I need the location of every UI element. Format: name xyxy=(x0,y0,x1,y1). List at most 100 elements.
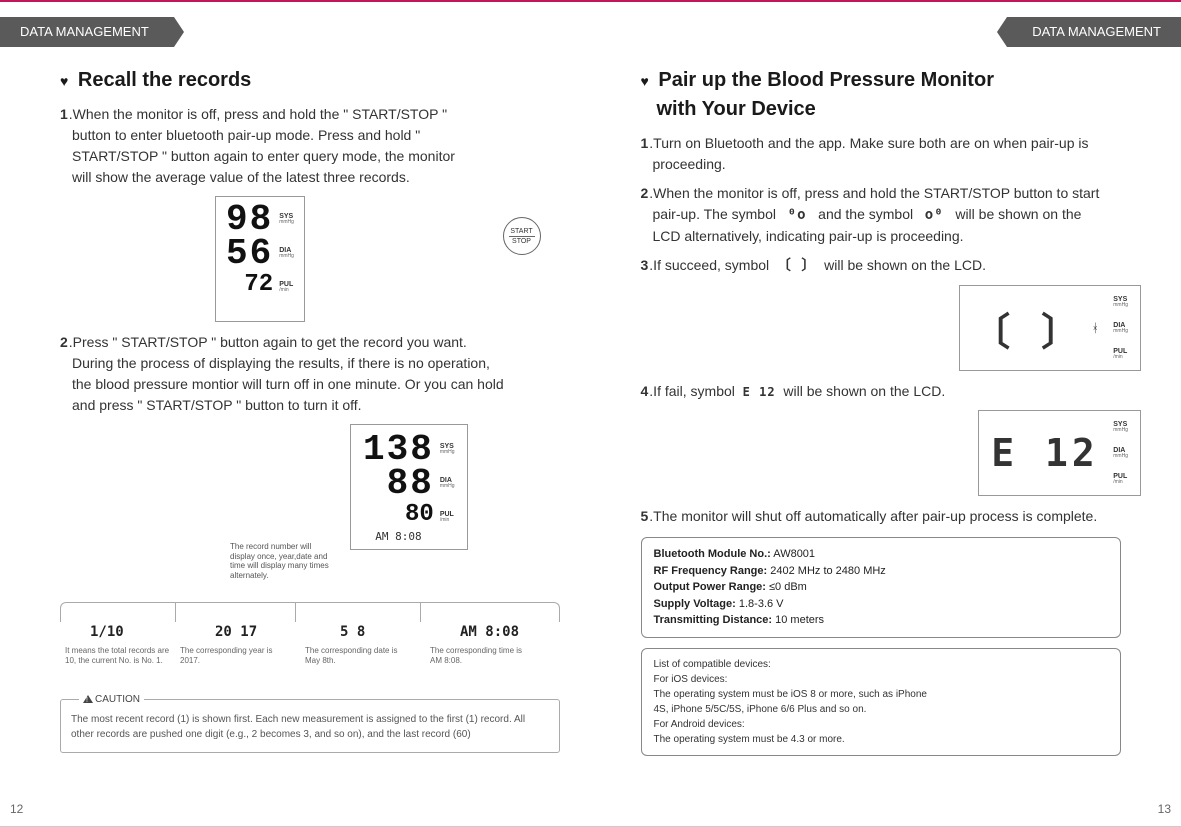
section-title-pair-b: with Your Device xyxy=(657,98,1152,121)
text: LCD alternatively, indicating pair-up is… xyxy=(641,226,1152,247)
warning-icon xyxy=(83,695,93,703)
symbol-b-icon: o⁰ xyxy=(925,207,944,223)
left-para-2: 2.Press " START/STOP " button again to g… xyxy=(60,332,571,416)
unit: /min xyxy=(440,518,455,523)
compat-line: For iOS devices: xyxy=(654,672,1109,687)
lcd-labels: SYSmmHg DIAmmHg PUL/min xyxy=(1113,421,1128,485)
right-para-4: 4.If fail, symbol E 12 will be shown on … xyxy=(641,381,1152,402)
pul-value: 80 xyxy=(363,501,434,528)
caption-1: It means the total records are 10, the c… xyxy=(65,646,170,667)
figure-note: The record number will display once, yea… xyxy=(230,542,335,580)
fail-symbol-icon: E 12 xyxy=(743,385,776,399)
unit: mmHg xyxy=(1113,303,1128,308)
sep xyxy=(420,602,421,622)
text: will be shown on the xyxy=(955,206,1081,222)
text: .If fail, symbol xyxy=(649,383,735,399)
spec-val: 1.8-3.6 V xyxy=(739,598,784,610)
text: proceeding. xyxy=(641,154,1152,175)
unit: /min xyxy=(279,288,294,293)
lcd-display-success: 〔 〕 ᚼ SYSmmHg DIAmmHg PUL/min xyxy=(959,285,1141,371)
spec-key: Output Power Range: xyxy=(654,581,766,593)
unit: mmHg xyxy=(279,254,294,259)
unit: mmHg xyxy=(279,220,294,225)
text: .Press " START/STOP " button again to ge… xyxy=(69,334,467,350)
text: .When the monitor is off, press and hold… xyxy=(649,185,1099,201)
document-spread: DATA MANAGEMENT ♥ Recall the records 1.W… xyxy=(0,2,1181,826)
lcd-labels: SYSmmHg DIAmmHg PUL/min xyxy=(1113,296,1128,360)
step-num: 3 xyxy=(641,257,649,273)
text: button to enter bluetooth pair-up mode. … xyxy=(60,125,571,146)
sep xyxy=(295,602,296,622)
compat-line: The operating system must be iOS 8 or mo… xyxy=(654,687,1109,702)
unit: mmHg xyxy=(1113,428,1128,433)
step-num: 5 xyxy=(641,508,649,524)
text: .Turn on Bluetooth and the app. Make sur… xyxy=(649,135,1088,151)
pul-value: 72 xyxy=(226,271,273,298)
step-num: 4 xyxy=(641,383,649,399)
text: will be shown on the LCD. xyxy=(824,257,986,273)
spec-val: 2402 MHz to 2480 MHz xyxy=(770,565,886,577)
unit: mmHg xyxy=(1113,454,1128,459)
caution-label: CAUTION xyxy=(79,692,144,707)
mini-display-3: 5 8 xyxy=(340,624,365,640)
step-num: 2 xyxy=(641,185,649,201)
spec-val: 10 meters xyxy=(775,614,824,626)
section-title-recall: ♥ Recall the records xyxy=(60,69,571,92)
time-value: AM 8:08 xyxy=(363,530,434,543)
left-para-1: 1.When the monitor is off, press and hol… xyxy=(60,104,571,188)
compat-line: The operating system must be 4.3 or more… xyxy=(654,732,1109,747)
bracket-row xyxy=(60,602,560,622)
spec-val: ≤0 dBm xyxy=(769,581,807,593)
text: .When the monitor is off, press and hold… xyxy=(69,106,447,122)
mini-display-1: 1/10 xyxy=(90,624,124,640)
compat-box: List of compatible devices: For iOS devi… xyxy=(641,648,1122,756)
compat-line: 4S, iPhone 5/5C/5S, iPhone 6/6 Plus and … xyxy=(654,702,1109,717)
spec-val: AW8001 xyxy=(773,548,815,560)
spec-key: Supply Voltage: xyxy=(654,598,736,610)
lcd-labels: SYSmmHg DIAmmHg PUL/min xyxy=(279,203,294,315)
lcd-display-fail: E 12 SYSmmHg DIAmmHg PUL/min xyxy=(978,410,1141,496)
text: .The monitor will shut off automatically… xyxy=(649,508,1097,524)
spec-key: Transmitting Distance: xyxy=(654,614,773,626)
sys-value: 98 xyxy=(226,203,273,237)
mini-display-4: AM 8:08 xyxy=(460,624,519,640)
text: and the symbol xyxy=(818,206,913,222)
spec-box: Bluetooth Module No.: AW8001 RF Frequenc… xyxy=(641,537,1122,638)
lcd-symbol: 〔 〕 xyxy=(972,301,1083,356)
right-para-2: 2.When the monitor is off, press and hol… xyxy=(641,183,1152,247)
text: will be shown on the LCD. xyxy=(783,383,945,399)
caution-box: CAUTION The most recent record (1) is sh… xyxy=(60,699,560,753)
text: During the process of displaying the res… xyxy=(60,353,571,374)
text: START xyxy=(504,228,540,235)
dia-value: 88 xyxy=(363,467,434,501)
spec-key: Bluetooth Module No.: xyxy=(654,548,771,560)
compat-line: List of compatible devices: xyxy=(654,657,1109,672)
unit: /min xyxy=(1113,480,1128,485)
page-left: DATA MANAGEMENT ♥ Recall the records 1.W… xyxy=(0,2,591,826)
compat-line: For Android devices: xyxy=(654,717,1109,732)
text: CAUTION xyxy=(95,694,140,705)
success-symbol-icon: 〔 〕 xyxy=(777,258,816,274)
lcd-symbol: E 12 xyxy=(991,431,1099,475)
lcd-success-wrap: 〔 〕 ᚼ SYSmmHg DIAmmHg PUL/min xyxy=(611,285,1152,371)
text: the blood pressure montior will turn off… xyxy=(60,374,571,395)
dia-value: 56 xyxy=(226,237,273,271)
unit: mmHg xyxy=(1113,329,1128,334)
lcd-fail-wrap: E 12 SYSmmHg DIAmmHg PUL/min xyxy=(611,410,1152,496)
text: STOP xyxy=(504,238,540,245)
spec-key: RF Frequency Range: xyxy=(654,565,768,577)
heart-icon: ♥ xyxy=(60,73,68,89)
unit: /min xyxy=(1113,355,1128,360)
header-tab-right: DATA MANAGEMENT xyxy=(1007,17,1181,47)
header-tab-left: DATA MANAGEMENT xyxy=(0,17,174,47)
title-text-a: Pair up the Blood Pressure Monitor xyxy=(658,69,994,91)
page-right: DATA MANAGEMENT ♥ Pair up the Blood Pres… xyxy=(591,2,1181,826)
lcd-display-1: 98 56 72 SYSmmHg DIAmmHg PUL/min xyxy=(215,196,305,322)
page-number-left: 12 xyxy=(10,802,23,816)
lcd-labels: SYSmmHg DIAmmHg PUL/min xyxy=(440,433,455,545)
bluetooth-icon: ᚼ xyxy=(1092,321,1099,335)
caution-text: The most recent record (1) is shown firs… xyxy=(71,714,525,740)
lcd-display-2: 138 88 80 AM 8:08 SYSmmHg DIAmmHg PUL/mi… xyxy=(350,424,468,550)
heart-icon: ♥ xyxy=(641,73,649,89)
unit: mmHg xyxy=(440,484,455,489)
